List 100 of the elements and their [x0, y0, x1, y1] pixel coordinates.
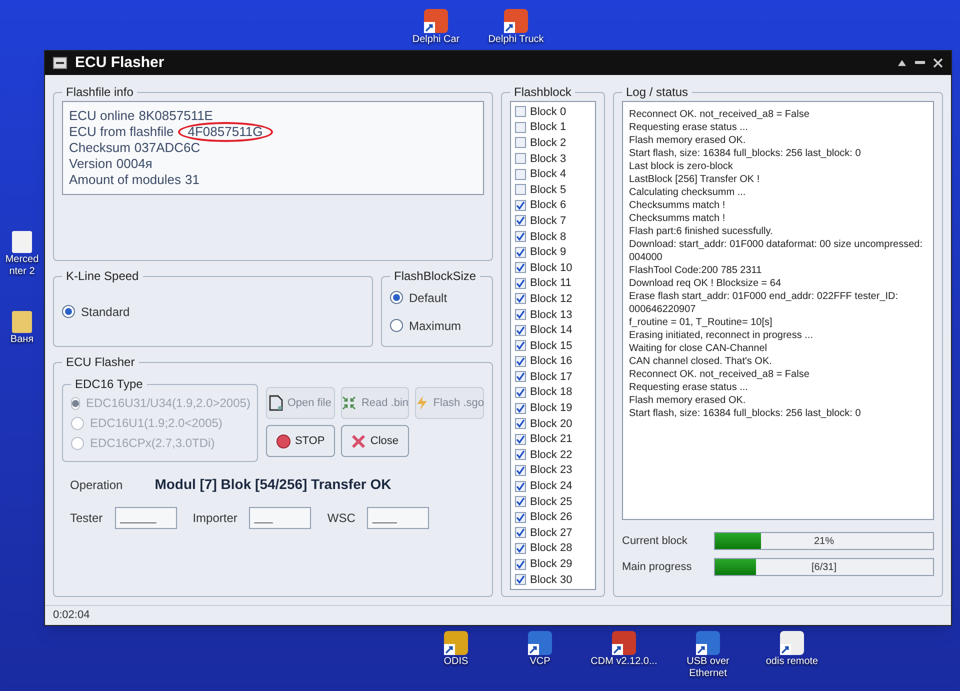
shortcut-icon[interactable] — [695, 630, 721, 656]
checkbox[interactable] — [515, 558, 526, 570]
block-label: Block 15 — [530, 340, 572, 352]
shortcut-icon[interactable] — [11, 310, 33, 334]
shortcut-label[interactable]: Delphi Car — [412, 34, 460, 46]
block-label: Block 11 — [530, 277, 572, 290]
checkbox[interactable] — [515, 200, 526, 211]
checkbox[interactable] — [515, 122, 526, 133]
progress-label: Current block — [622, 534, 688, 549]
checkbox[interactable] — [515, 434, 526, 445]
log-line: Download: start_addr: 01F000 dataformat: 00 size uncompressed: 004000 — [629, 238, 924, 264]
radio-button[interactable] — [390, 291, 403, 304]
checkbox[interactable] — [515, 340, 526, 352]
block-label: Block 24 — [530, 480, 572, 492]
block-label: Block 2 — [530, 136, 566, 149]
shortcut-icon[interactable] — [443, 630, 469, 656]
shortcut-icon[interactable] — [779, 630, 805, 656]
block-label: Block 5 — [530, 184, 566, 196]
log-line: Download req OK ! Blocksize = 64 — [629, 277, 782, 290]
checkbox[interactable] — [515, 106, 526, 118]
checkbox[interactable] — [515, 278, 526, 289]
input-field[interactable]: ______ — [114, 507, 177, 529]
checkbox[interactable] — [515, 496, 526, 508]
block-label: Block 0 — [530, 106, 566, 118]
shortcut-icon[interactable] — [423, 8, 449, 34]
action-button[interactable]: Close — [340, 425, 410, 457]
log-line: f_routine = 01, T_Routine= 10[s] — [629, 316, 774, 329]
checkbox[interactable] — [515, 527, 526, 538]
info-value: 4F0857511G — [178, 122, 273, 142]
block-label: Block 3 — [530, 152, 566, 165]
checkbox[interactable] — [515, 137, 526, 148]
block-label: Block 4 — [530, 168, 566, 180]
shortcut-label[interactable]: USB over Ethernet — [672, 656, 744, 680]
checkbox[interactable] — [515, 574, 526, 586]
minimize-icon[interactable] — [915, 61, 925, 65]
checkbox[interactable] — [515, 402, 526, 414]
checkbox[interactable] — [515, 293, 526, 304]
log-line: Requesting erase status ... — [629, 121, 749, 134]
radio-label: EDC16CPx(2.7,3.0TDi) — [90, 435, 215, 452]
shortcut-label[interactable]: Ваня — [10, 334, 34, 346]
file-icon — [269, 395, 284, 411]
input-field[interactable]: ____ — [367, 507, 430, 529]
group-title: ECU Flasher — [65, 354, 136, 371]
checkbox[interactable] — [515, 246, 526, 258]
checkbox[interactable] — [515, 449, 526, 460]
checkbox[interactable] — [515, 215, 526, 226]
shortcut-icon[interactable] — [527, 630, 553, 656]
arrows-icon — [341, 395, 358, 411]
radio-button[interactable] — [62, 305, 75, 318]
group-title: EDC16 Type — [74, 376, 144, 393]
checkbox[interactable] — [515, 418, 526, 430]
checkbox[interactable] — [515, 324, 526, 336]
shortcut-icon[interactable] — [611, 630, 637, 656]
info-label: Amount of modules — [69, 172, 182, 188]
shortcut-label[interactable]: VCP — [530, 656, 550, 668]
block-label: Block 13 — [530, 308, 572, 321]
checkbox[interactable] — [515, 262, 526, 274]
close-icon[interactable] — [933, 58, 943, 68]
checkbox[interactable] — [515, 309, 526, 320]
log-line: Requesting erase status ... — [629, 381, 749, 394]
shortcut-label[interactable]: ODIS — [444, 656, 468, 668]
radio-button[interactable] — [390, 319, 403, 332]
checkbox[interactable] — [515, 231, 526, 242]
block-label: Block 9 — [530, 246, 566, 258]
field-label: Tester — [70, 510, 103, 527]
log-line: Checksumms match ! — [629, 212, 726, 225]
block-label: Block 23 — [530, 464, 572, 476]
checkbox[interactable] — [515, 371, 526, 382]
checkbox[interactable] — [515, 168, 526, 180]
shortcut-label[interactable]: Merced nter 2 — [0, 254, 44, 278]
shortcut-icon[interactable] — [11, 230, 33, 254]
elapsed-time: 0:02:04 — [53, 608, 90, 624]
block-label: Block 25 — [530, 496, 572, 508]
checkbox[interactable] — [515, 464, 526, 476]
system-menu-icon[interactable] — [53, 57, 67, 69]
checkbox[interactable] — [515, 542, 526, 554]
shortcut-icon[interactable] — [503, 8, 529, 34]
input-field[interactable]: ___ — [249, 507, 312, 529]
block-label: Block 10 — [530, 262, 572, 274]
shortcut-label[interactable]: CDM v2.12.0... — [590, 656, 658, 668]
checkbox[interactable] — [515, 356, 526, 367]
radio-label: Standard — [81, 304, 130, 320]
action-button[interactable]: STOP — [266, 425, 335, 457]
checkbox[interactable] — [515, 184, 526, 196]
checkbox[interactable] — [515, 480, 526, 492]
block-label: Block 22 — [530, 448, 572, 461]
block-label: Block 20 — [530, 418, 572, 430]
shortcut-label[interactable]: odis remote — [766, 656, 818, 668]
up-arrow-icon[interactable] — [897, 59, 907, 67]
log-line: Erasing initiated, reconnect in progress ... — [629, 329, 814, 342]
checkbox[interactable] — [515, 512, 526, 523]
shortcut-label[interactable]: Delphi Truck — [488, 34, 544, 46]
info-label: Checksum — [69, 140, 130, 156]
progress-reading: [6/31] — [810, 560, 838, 574]
log-line: Flash part:6 finished sucessfully. — [629, 225, 774, 238]
info-label: Version — [69, 156, 112, 172]
block-label: Block 17 — [530, 370, 572, 383]
checkbox[interactable] — [515, 153, 526, 164]
log-line: Waiting for close CAN-Channel — [629, 342, 768, 355]
checkbox[interactable] — [515, 386, 526, 398]
